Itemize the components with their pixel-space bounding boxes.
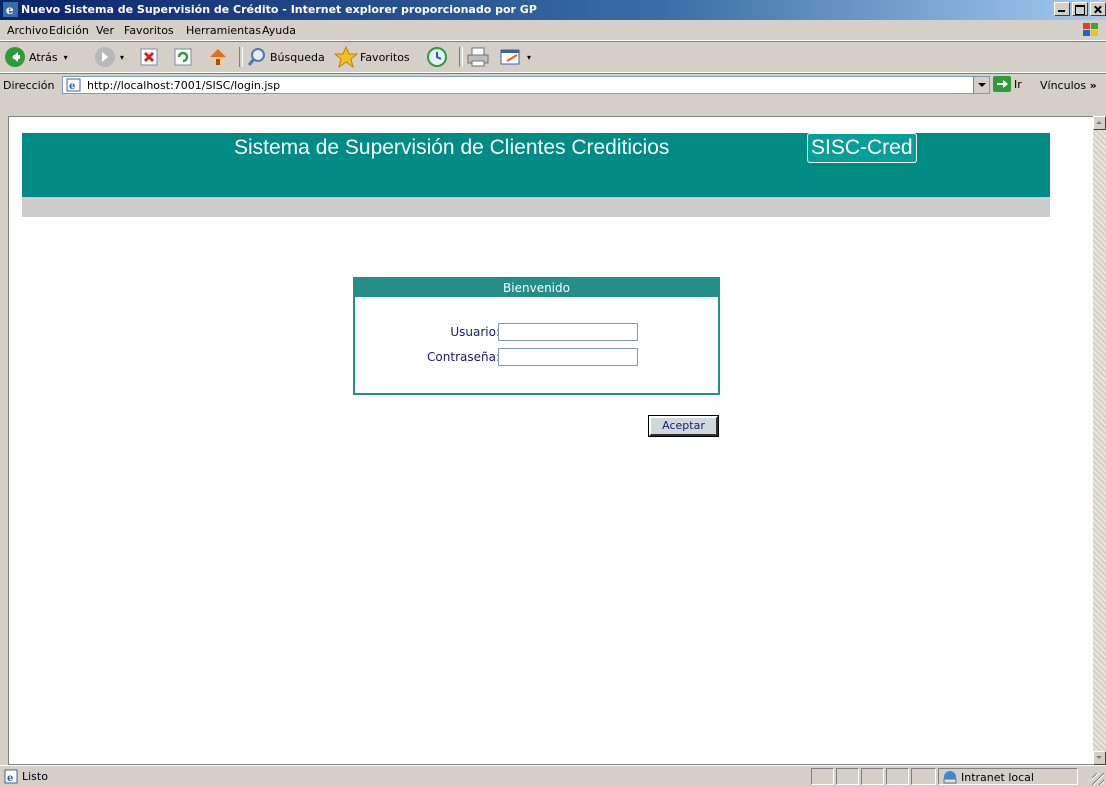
header-strip bbox=[22, 197, 1050, 217]
svg-text:e: e bbox=[6, 3, 14, 17]
menu-ayuda[interactable]: Ayuda bbox=[262, 24, 296, 37]
ie-logo-icon: e bbox=[3, 2, 18, 17]
forward-arrow-icon bbox=[95, 47, 115, 67]
home-icon bbox=[210, 49, 226, 65]
app-badge: SISC-Cred bbox=[807, 133, 917, 163]
search-button[interactable]: Búsqueda bbox=[246, 45, 325, 69]
toolbar: Atrás ▾ ▾ Búsqueda Favoritos ▾ bbox=[0, 41, 1106, 73]
resize-grip[interactable] bbox=[1092, 773, 1104, 785]
status-panel bbox=[811, 768, 834, 785]
login-panel: Bienvenido Usuario: Contraseña: bbox=[353, 277, 720, 395]
username-input[interactable] bbox=[498, 323, 638, 341]
go-button[interactable]: Ir bbox=[993, 76, 1022, 92]
edit-dropdown-icon[interactable]: ▾ bbox=[527, 53, 531, 62]
edit-document-icon bbox=[500, 49, 520, 65]
address-dropdown-button[interactable] bbox=[973, 77, 989, 93]
menu-archivo[interactable]: Archivo bbox=[7, 24, 48, 37]
status-bar: e Listo Intranet local bbox=[0, 765, 1106, 787]
page-viewport: Sistema de Supervisión de Clientes Credi… bbox=[8, 116, 1093, 765]
window-controls bbox=[1052, 2, 1106, 18]
back-button[interactable]: Atrás ▾ bbox=[4, 45, 68, 69]
scroll-down-button[interactable] bbox=[1093, 751, 1106, 765]
address-url: http://localhost:7001/SISC/login.jsp bbox=[87, 79, 281, 92]
scroll-up-button[interactable] bbox=[1093, 116, 1106, 130]
address-input[interactable]: e http://localhost:7001/SISC/login.jsp bbox=[62, 76, 990, 94]
refresh-icon bbox=[174, 48, 192, 66]
links-label: Vínculos bbox=[1040, 79, 1087, 92]
home-button[interactable] bbox=[207, 45, 229, 69]
status-panel bbox=[886, 768, 909, 785]
page-status-icon: e bbox=[4, 769, 18, 784]
forward-dropdown-icon[interactable]: ▾ bbox=[120, 53, 124, 62]
stop-button[interactable] bbox=[139, 45, 159, 69]
minimize-button[interactable] bbox=[1054, 2, 1070, 16]
close-button[interactable] bbox=[1090, 2, 1106, 16]
intranet-zone-icon bbox=[943, 771, 957, 784]
zone-label: Intranet local bbox=[961, 771, 1034, 784]
stop-icon bbox=[140, 48, 158, 66]
links-button[interactable]: Vínculos » bbox=[1040, 79, 1097, 92]
address-label: Dirección bbox=[3, 79, 55, 92]
printer-icon bbox=[467, 47, 489, 67]
history-icon bbox=[427, 47, 447, 67]
back-label: Atrás bbox=[29, 50, 58, 64]
maximize-button[interactable] bbox=[1072, 2, 1088, 16]
vertical-scrollbar[interactable] bbox=[1093, 116, 1106, 765]
back-dropdown-icon[interactable]: ▾ bbox=[64, 53, 68, 62]
windows-flag-icon bbox=[1083, 23, 1098, 36]
menu-herramientas[interactable]: Herramientas bbox=[186, 24, 261, 37]
security-zone: Intranet local bbox=[938, 768, 1078, 785]
status-panel bbox=[836, 768, 859, 785]
password-label: Contraseña: bbox=[427, 350, 500, 364]
favorites-star-icon bbox=[334, 46, 358, 68]
history-button[interactable] bbox=[425, 45, 449, 69]
address-bar: Dirección e http://localhost:7001/SISC/l… bbox=[0, 73, 1106, 97]
svg-text:e: e bbox=[7, 773, 13, 784]
search-icon bbox=[247, 48, 265, 66]
go-label: Ir bbox=[1014, 77, 1022, 91]
forward-button[interactable]: ▾ bbox=[94, 45, 124, 69]
edit-button[interactable]: ▾ bbox=[499, 45, 531, 69]
back-arrow-icon bbox=[5, 47, 25, 67]
password-input[interactable] bbox=[498, 348, 638, 366]
page-title: Sistema de Supervisión de Clientes Credi… bbox=[234, 136, 670, 159]
menu-bar: Archivo Edición Ver Favoritos Herramient… bbox=[0, 20, 1106, 41]
menu-favoritos[interactable]: Favoritos bbox=[124, 24, 174, 37]
search-label: Búsqueda bbox=[270, 50, 325, 64]
page-icon: e bbox=[66, 78, 81, 92]
accept-button[interactable]: Aceptar bbox=[649, 416, 718, 436]
user-label: Usuario: bbox=[450, 325, 500, 339]
status-text: Listo bbox=[22, 770, 48, 783]
menu-edicion[interactable]: Edición bbox=[49, 24, 89, 37]
print-button[interactable] bbox=[466, 45, 490, 69]
status-panel bbox=[911, 768, 936, 785]
title-bar: e Nuevo Sistema de Supervisión de Crédit… bbox=[0, 0, 1106, 20]
favorites-label: Favoritos bbox=[360, 50, 410, 64]
go-arrow-icon bbox=[993, 76, 1011, 92]
status-panel bbox=[861, 768, 884, 785]
svg-text:e: e bbox=[69, 81, 75, 92]
login-title: Bienvenido bbox=[355, 279, 718, 297]
favorites-button[interactable]: Favoritos bbox=[334, 45, 410, 69]
window-title: Nuevo Sistema de Supervisión de Crédito … bbox=[21, 3, 537, 16]
refresh-button[interactable] bbox=[173, 45, 193, 69]
menu-ver[interactable]: Ver bbox=[96, 24, 114, 37]
